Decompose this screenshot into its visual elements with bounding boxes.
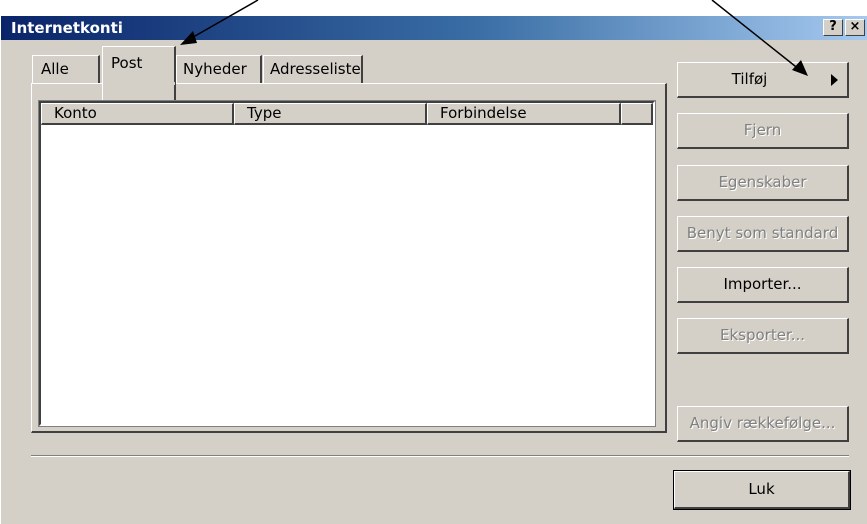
annotation-arrow-right xyxy=(711,0,801,71)
arrow-head-left-icon xyxy=(180,31,197,45)
annotation-arrows xyxy=(180,0,808,76)
arrow-head-right-icon xyxy=(792,60,808,76)
annotation-arrow-left xyxy=(187,0,259,41)
